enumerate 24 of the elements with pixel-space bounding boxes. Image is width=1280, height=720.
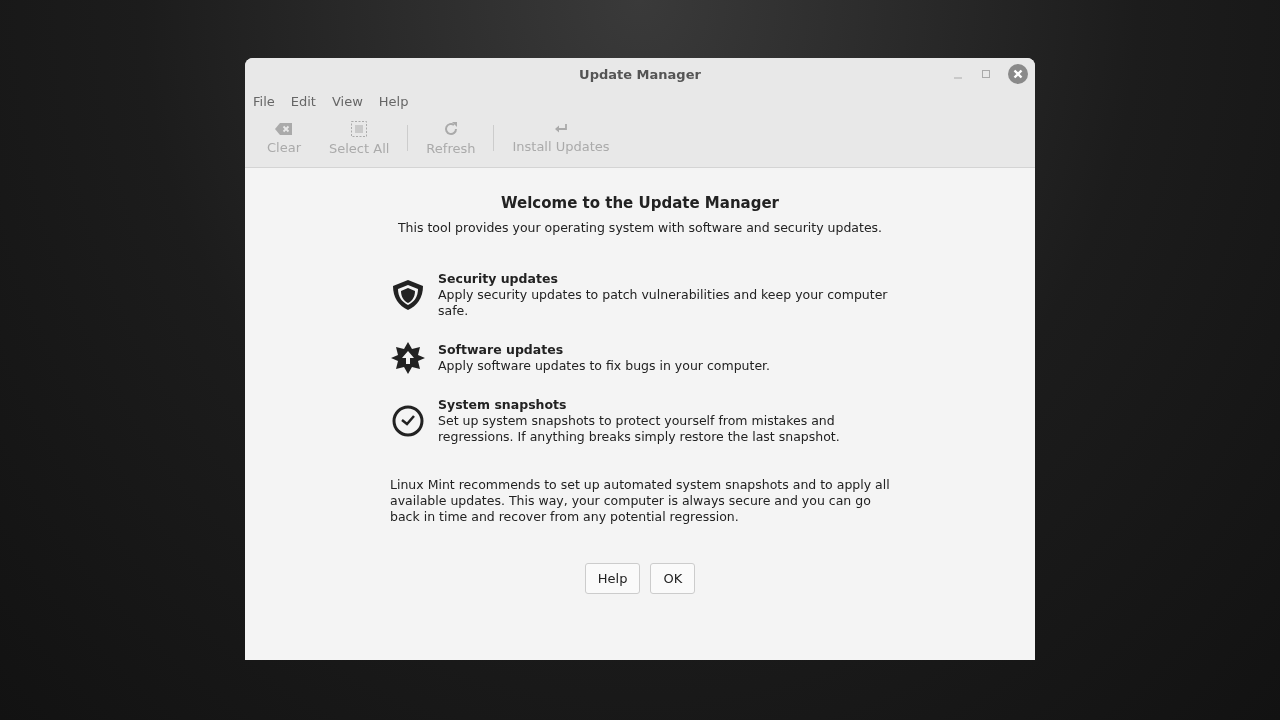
welcome-title: Welcome to the Update Manager bbox=[501, 194, 779, 212]
welcome-subtitle: This tool provides your operating system with software and security updates. bbox=[397, 220, 883, 235]
select-all-icon bbox=[351, 120, 368, 137]
close-icon[interactable] bbox=[1008, 64, 1028, 84]
shield-icon bbox=[391, 278, 425, 312]
maximize-icon[interactable] bbox=[980, 68, 992, 80]
menu-item[interactable]: View bbox=[331, 94, 363, 109]
menu-item[interactable]: Edit bbox=[290, 94, 316, 109]
dialog-button[interactable]: OK bbox=[650, 563, 696, 594]
menu-item[interactable]: File bbox=[253, 94, 275, 109]
feature-description: Apply software updates to fix bugs in your computer. bbox=[438, 358, 772, 374]
dialog-button[interactable]: Help bbox=[584, 563, 641, 594]
backspace-icon bbox=[275, 121, 293, 136]
feature-description: Apply security updates to patch vulnerabilities and keep your computer safe. bbox=[438, 287, 889, 319]
menu-item[interactable]: Help bbox=[378, 94, 409, 109]
recommendation-text: Linux Mint recommends to set up automated system snapshots and to apply all available updates. This way, your computer is always secure and you can go back in time and recover from any potential regression. bbox=[390, 477, 890, 525]
starburst-up-arrow-icon bbox=[391, 341, 425, 375]
feature-description: Set up system snapshots to protect yourself from mistakes and regressions. If anything breaks simply restore the last snapshot. bbox=[438, 413, 841, 445]
return-arrow-icon bbox=[554, 122, 568, 135]
window-title: Update Manager bbox=[579, 66, 701, 82]
feature-title: Security updates bbox=[438, 271, 559, 287]
refresh-icon bbox=[442, 120, 459, 137]
feature-title: Software updates bbox=[438, 342, 565, 358]
feature-title: System snapshots bbox=[438, 397, 568, 413]
